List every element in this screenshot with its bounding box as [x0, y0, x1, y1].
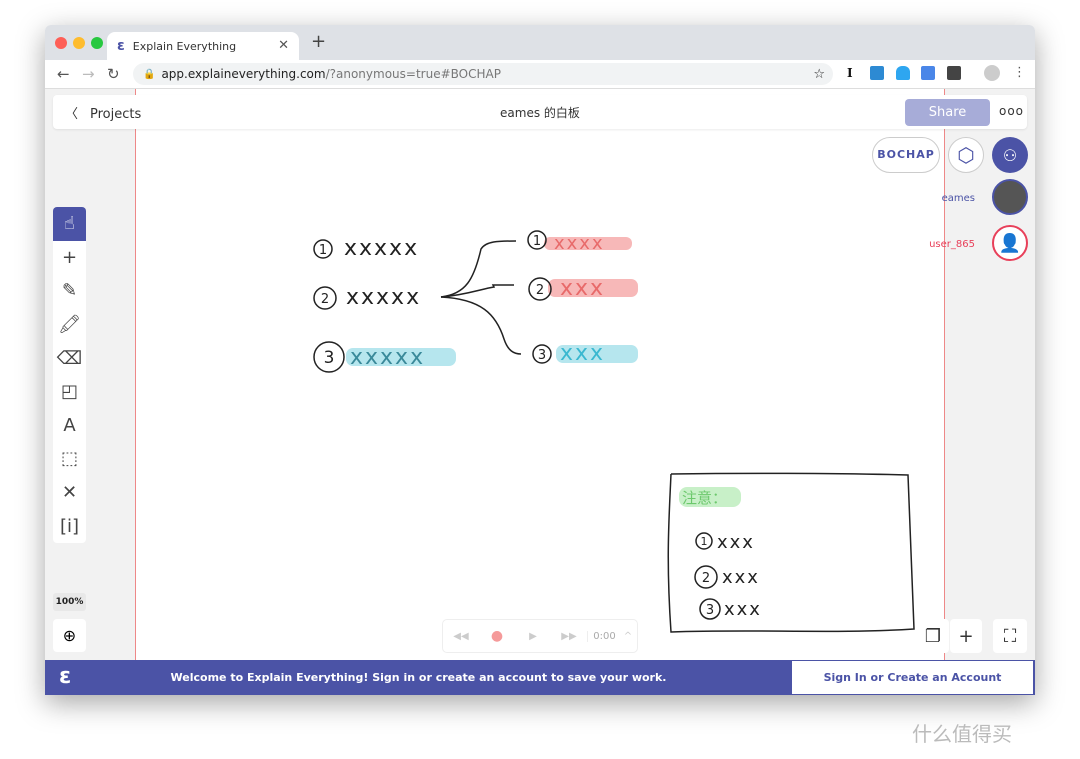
add-slide-icon[interactable]: +	[950, 619, 982, 653]
item-marks: xxxxx	[344, 236, 419, 261]
address-bar: ← → ↻ 🔒 app.explaineverything.com/?anony…	[45, 60, 1035, 89]
session-code-button[interactable]: BOCHAP	[872, 137, 940, 173]
more-options-button[interactable]: ooo	[999, 104, 1024, 118]
browser-window: ɛ Explain Everything ✕ + ← → ↻ 🔒 app.exp…	[45, 25, 1035, 695]
chevron-up-icon[interactable]: ^	[621, 631, 635, 642]
collaboration-icon[interactable]: ⚇	[992, 137, 1028, 173]
item-marks: xxx	[722, 567, 760, 588]
browser-menu-icon[interactable]: ⋮	[1013, 65, 1026, 80]
bookmark-star-icon[interactable]: ☆	[813, 67, 825, 82]
item-number: 3	[324, 348, 335, 368]
playback-controls: ◀◀ ● ▶ ▶▶ 0:00 ^	[442, 619, 638, 653]
tab-title: Explain Everything	[132, 39, 237, 53]
forward-icon[interactable]: →	[82, 65, 95, 83]
insert-tool-icon[interactable]: [i]	[53, 509, 86, 543]
extension-dark-icon[interactable]	[947, 66, 961, 80]
tool-palette: ☝ + ✎ 🖍 ⌫ ◰ A ⬚ ✕ [i]	[53, 207, 86, 543]
fullscreen-icon[interactable]: ⛶	[993, 619, 1027, 653]
user-name: user_865	[929, 239, 975, 250]
profile-avatar[interactable]	[984, 65, 1000, 81]
signin-banner: ɛ Welcome to Explain Everything! Sign in…	[45, 660, 1035, 695]
extension-i-icon[interactable]: I	[847, 66, 861, 80]
app-header: 〈 Projects eames 的白板 Share ooo	[53, 95, 1027, 129]
sign-in-button[interactable]: Sign In or Create an Account	[792, 661, 1033, 694]
url-input[interactable]: 🔒 app.explaineverything.com/?anonymous=t…	[133, 63, 833, 85]
close-tab-icon[interactable]: ✕	[278, 38, 289, 53]
item-marks: xxx	[560, 276, 605, 301]
settings-gear-icon[interactable]: ⬡	[948, 137, 984, 173]
item-number: 2	[536, 283, 544, 298]
item-marks: xxxx	[554, 233, 605, 254]
whiteboard-canvas[interactable]: 1 2 3 1 2 3 1 2 3 xxxxx xxxxx xxxxx xxxx…	[135, 89, 945, 660]
board-title: eames 的白板	[500, 106, 580, 120]
translate-extension-icon[interactable]	[921, 66, 935, 80]
user-placeholder-avatar-icon[interactable]: 👤	[992, 225, 1028, 261]
item-marks: xxx	[560, 341, 605, 366]
branch-line	[440, 296, 522, 355]
fast-forward-icon[interactable]: ▶▶	[551, 631, 587, 642]
item-marks: xxxxx	[350, 345, 425, 370]
note-heading: 注意：	[682, 489, 727, 507]
zoom-in-icon[interactable]: ⊕	[53, 619, 86, 652]
minimize-window-button[interactable]	[73, 37, 85, 49]
item-number: 1	[319, 243, 327, 258]
back-icon[interactable]: ←	[57, 65, 70, 83]
shapes-tool-icon[interactable]: ◰	[53, 375, 86, 409]
pen-tool-icon[interactable]: ✎	[53, 274, 86, 308]
close-window-button[interactable]	[55, 37, 67, 49]
watermark: 什么值得买	[912, 722, 1012, 746]
url-host: app.explaineverything.com	[161, 67, 326, 81]
reload-icon[interactable]: ↻	[107, 65, 120, 83]
branch-line	[440, 284, 514, 298]
laser-tool-icon[interactable]: ✕	[53, 476, 86, 510]
item-number: 2	[702, 571, 710, 586]
lock-icon: 🔒	[143, 68, 156, 80]
extension-s-icon[interactable]	[870, 66, 884, 80]
zoom-level: 100%	[53, 593, 86, 611]
app-area: 1 2 3 1 2 3 1 2 3 xxxxx xxxxx xxxxx xxxx…	[45, 89, 1035, 660]
item-number: 2	[321, 292, 329, 307]
new-tab-button[interactable]: +	[311, 31, 326, 52]
item-number: 1	[701, 535, 708, 548]
rewind-icon[interactable]: ◀◀	[443, 631, 479, 642]
text-tool-icon[interactable]: A	[53, 409, 86, 443]
tab-bar: ɛ Explain Everything ✕ +	[45, 25, 1035, 60]
maximize-window-button[interactable]	[91, 37, 103, 49]
branch-line	[440, 240, 517, 298]
item-marks: xxx	[717, 532, 755, 553]
time-display: 0:00	[587, 630, 621, 642]
avatar[interactable]	[992, 179, 1028, 215]
url-path: /?anonymous=true#BOCHAP	[325, 67, 501, 81]
play-icon[interactable]: ▶	[515, 631, 551, 642]
share-button[interactable]: Share	[905, 99, 990, 126]
highlighter-tool-icon[interactable]: 🖍	[53, 308, 86, 342]
drawing-layer: 1 2 3 1 2 3 1 2 3 xxxxx xxxxx xxxxx xxxx…	[313, 230, 915, 633]
item-marks: xxx	[724, 599, 762, 620]
tab-explain-everything[interactable]: ɛ Explain Everything ✕	[107, 32, 299, 60]
hand-tool-icon[interactable]: ☝	[53, 207, 86, 241]
item-number: 1	[533, 234, 541, 249]
item-marks: xxxxx	[346, 285, 421, 310]
explain-everything-logo-icon: ɛ	[117, 38, 125, 54]
item-number: 3	[538, 348, 546, 363]
extension-ghost-icon[interactable]	[896, 66, 910, 80]
select-tool-icon[interactable]: ⬚	[53, 442, 86, 476]
user-name: eames	[941, 193, 975, 204]
eraser-tool-icon[interactable]: ⌫	[53, 341, 86, 375]
record-icon[interactable]: ●	[479, 628, 515, 644]
banner-message: Welcome to Explain Everything! Sign in o…	[170, 671, 667, 684]
plus-tool-icon[interactable]: +	[53, 241, 86, 275]
slides-icon[interactable]: ❐	[917, 619, 949, 653]
item-number: 3	[706, 603, 714, 618]
